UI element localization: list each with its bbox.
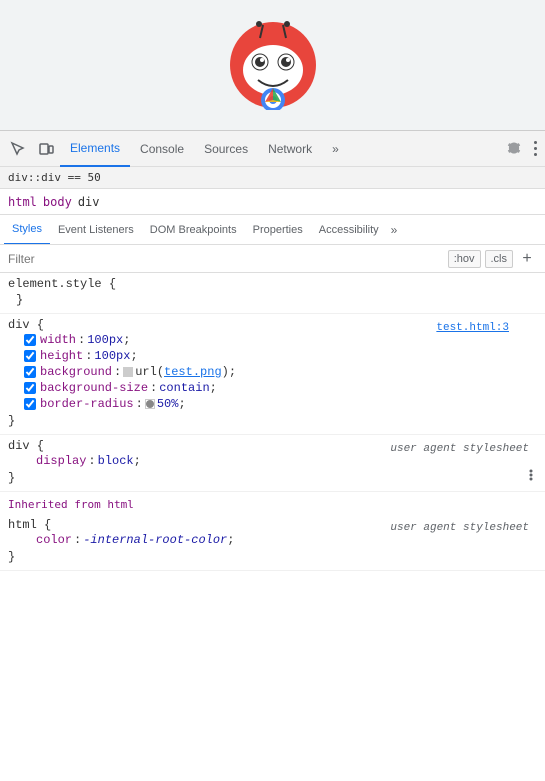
inspect-icon[interactable]	[4, 135, 32, 163]
hov-button[interactable]: :hov	[448, 250, 481, 268]
height-property: height : 100px ;	[8, 348, 537, 364]
settings-icon[interactable]	[500, 135, 528, 163]
toolbar-right	[500, 135, 541, 163]
border-radius-swatch[interactable]	[145, 399, 155, 409]
background-checkbox[interactable]	[24, 366, 36, 378]
html-ua-label: user agent stylesheet	[390, 522, 529, 534]
devtools-logo	[228, 20, 318, 110]
width-checkbox[interactable]	[24, 334, 36, 346]
display-property: display : block ;	[8, 453, 537, 469]
subtab-more[interactable]: »	[387, 223, 402, 237]
inherited-tag: html	[107, 498, 134, 511]
browser-preview	[0, 0, 545, 130]
subtab-accessibility[interactable]: Accessibility	[311, 215, 387, 245]
height-checkbox[interactable]	[24, 350, 36, 362]
cls-button[interactable]: .cls	[485, 250, 514, 268]
background-url-link[interactable]: test.png	[164, 365, 222, 379]
tab-more[interactable]: »	[322, 131, 349, 167]
subtab-bar: Styles Event Listeners DOM Breakpoints P…	[0, 215, 545, 245]
subtab-dom-breakpoints[interactable]: DOM Breakpoints	[142, 215, 245, 245]
filter-bar: :hov .cls +	[0, 245, 545, 273]
devtools-panel: Elements Console Sources Network » div::…	[0, 130, 545, 781]
rule-origin-link[interactable]: test.html:3	[436, 322, 509, 334]
device-icon[interactable]	[32, 135, 60, 163]
div-main-rule: div { test.html:3 width : 100px ; height…	[0, 314, 545, 435]
subtab-event-listeners[interactable]: Event Listeners	[50, 215, 142, 245]
border-radius-checkbox[interactable]	[24, 398, 36, 410]
tab-network[interactable]: Network	[258, 131, 322, 167]
div-rule-close: }	[8, 412, 537, 430]
main-toolbar: Elements Console Sources Network »	[0, 131, 545, 167]
background-color-swatch[interactable]	[123, 367, 133, 377]
tab-sources[interactable]: Sources	[194, 131, 258, 167]
tab-elements[interactable]: Elements	[60, 131, 130, 167]
element-style-selector: element.style {	[8, 277, 537, 291]
filter-buttons: :hov .cls +	[448, 249, 537, 269]
path-text: div::div == 50	[8, 171, 101, 184]
html-ua-selector: html {	[8, 518, 51, 532]
element-style-rule: element.style { }	[0, 273, 545, 314]
border-radius-property: border-radius : 50% ;	[8, 396, 537, 412]
subtab-properties[interactable]: Properties	[245, 215, 311, 245]
background-property: background : url(test.png) ;	[8, 364, 537, 380]
div-ua-rule: div { user agent stylesheet display : bl…	[0, 435, 545, 492]
div-ua-selector: div {	[8, 439, 44, 453]
styles-panel: element.style { } div { test.html:3 widt…	[0, 273, 545, 781]
html-ua-rule: html { user agent stylesheet color : -in…	[0, 514, 545, 571]
html-ua-rule-close: }	[8, 548, 537, 566]
subtab-styles[interactable]: Styles	[4, 215, 50, 245]
breadcrumb-body[interactable]: body	[43, 195, 72, 209]
width-property: width : 100px ;	[8, 332, 537, 348]
add-style-button[interactable]: +	[517, 249, 537, 269]
div-ua-label: user agent stylesheet	[390, 443, 529, 455]
background-size-checkbox[interactable]	[24, 382, 36, 394]
div-ua-more[interactable]	[525, 467, 537, 487]
color-property: color : -internal-root-color ;	[8, 532, 537, 548]
breadcrumb-html[interactable]: html	[8, 195, 37, 209]
breadcrumb-div[interactable]: div	[78, 195, 100, 209]
element-style-close: }	[8, 291, 537, 309]
tab-bar: Elements Console Sources Network »	[60, 131, 500, 167]
div-selector: div {	[8, 318, 44, 332]
div-ua-rule-close: }	[8, 469, 537, 487]
path-bar: div::div == 50	[0, 167, 545, 189]
more-options-button[interactable]	[530, 137, 541, 160]
tab-console[interactable]: Console	[130, 131, 194, 167]
element-breadcrumb: html body div	[0, 189, 545, 215]
background-size-property: background-size : contain ;	[8, 380, 537, 396]
inherited-header: Inherited from html	[0, 492, 545, 514]
filter-input[interactable]	[8, 252, 448, 266]
